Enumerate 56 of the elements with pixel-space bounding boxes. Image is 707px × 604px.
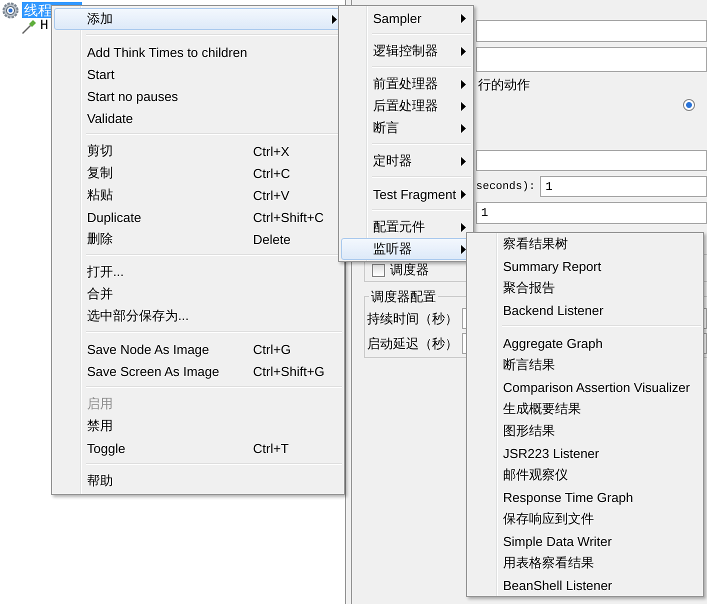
menu-item[interactable]: JSR223 Listener [469, 442, 701, 464]
menu-item[interactable]: Summary Report [469, 255, 701, 277]
menu-item[interactable]: Response Time Graph [469, 486, 701, 508]
menu-item[interactable]: 保存响应到文件 [469, 508, 701, 530]
group-title: 调度器配置 [369, 288, 438, 306]
menu-item[interactable]: 生成概要结果 [469, 398, 701, 420]
group-title: 行的动作 [476, 76, 532, 94]
menu-item[interactable]: Toggle Ctrl+T [54, 437, 342, 459]
menu-item[interactable]: Save Node As Image Ctrl+G [54, 338, 342, 360]
pipette-icon [20, 18, 37, 34]
menu-item[interactable]: Test Fragment [341, 183, 471, 205]
menu-item[interactable]: 选中部分保存为... [54, 305, 342, 327]
tree-node[interactable]: H [40, 18, 48, 34]
menu-item[interactable]: Save Screen As Image Ctrl+Shift+G [54, 360, 342, 382]
menu-item[interactable]: 删除 Delete [54, 228, 342, 250]
menu-item[interactable]: 定时器 [341, 150, 471, 172]
loop-count-field[interactable]: 1 [476, 202, 707, 224]
comment-field[interactable] [476, 47, 707, 72]
menu-item[interactable]: 打开... [54, 261, 342, 283]
menu-item[interactable]: 前置处理器 [341, 73, 471, 95]
menu-item[interactable]: 合并 [54, 283, 342, 305]
name-field[interactable] [476, 20, 707, 42]
menu-item[interactable]: 聚合报告 [469, 277, 701, 299]
menu-item[interactable]: 察看结果树 [469, 233, 701, 255]
menu-item[interactable]: 逻辑控制器 [341, 40, 471, 62]
menu-item[interactable]: Backend Listener [469, 299, 701, 321]
menu-item[interactable]: Validate [54, 107, 342, 129]
threads-field[interactable] [476, 150, 707, 171]
menu-item[interactable]: 断言 [341, 117, 471, 139]
menu-item[interactable]: 禁用 [54, 415, 342, 437]
checkbox[interactable] [372, 264, 385, 276]
menu-item[interactable]: Aggregate Graph [469, 332, 701, 354]
menu-item[interactable]: Duplicate Ctrl+Shift+C [54, 206, 342, 228]
menu-item[interactable]: 剪切 Ctrl+X [54, 140, 342, 162]
menu-item[interactable]: Simple Data Writer [469, 530, 701, 552]
menu-item[interactable]: Start [54, 63, 342, 85]
menu-item[interactable]: Sampler [341, 7, 471, 29]
menu-item[interactable]: 帮助 [54, 470, 342, 492]
radio-button[interactable] [683, 99, 695, 111]
menu-item[interactable]: Add Think Times to children [54, 41, 342, 63]
field-label: 启动延迟（秒） [367, 334, 457, 352]
menu-item[interactable]: 邮件观察仪 [469, 464, 701, 486]
field-label: seconds): [476, 180, 536, 192]
checkbox-label: 调度器 [390, 261, 429, 279]
menu-item[interactable]: BeanShell Listener [469, 574, 701, 596]
menu-item[interactable]: Comparison Assertion Visualizer [469, 376, 701, 398]
menu-item[interactable]: 断言结果 [469, 354, 701, 376]
menu-item[interactable]: 配置元件 [341, 216, 471, 238]
menu-item[interactable]: Start no pauses [54, 85, 342, 107]
menu-item[interactable]: 图形结果 [469, 420, 701, 442]
field-label: 持续时间（秒） [367, 310, 457, 328]
menu-item[interactable]: 后置处理器 [341, 95, 471, 117]
menu-item[interactable]: 粘贴 Ctrl+V [54, 184, 342, 206]
menu-item[interactable]: 用表格察看结果 [469, 552, 701, 574]
ramp-up-field[interactable]: 1 [540, 176, 707, 197]
menu-item[interactable]: 复制 Ctrl+C [54, 162, 342, 184]
